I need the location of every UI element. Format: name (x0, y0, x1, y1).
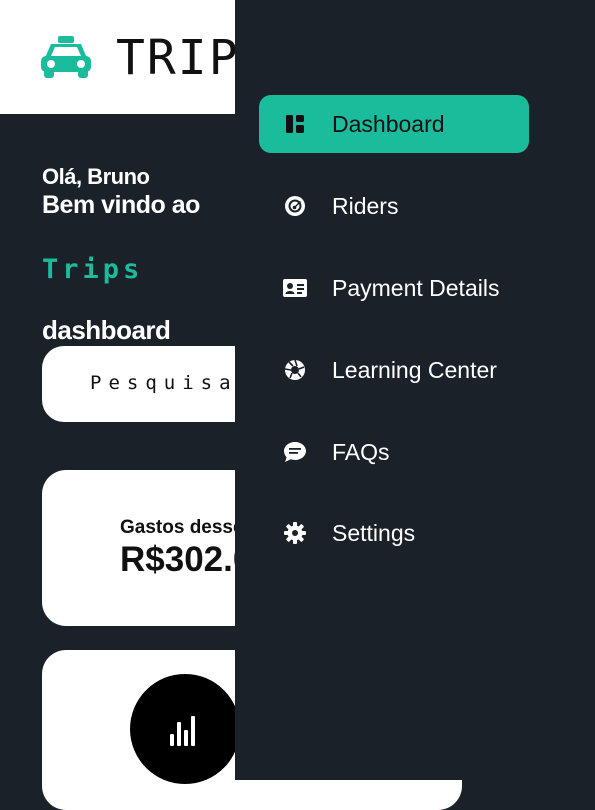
aperture-icon (283, 358, 307, 382)
id-card-icon (283, 276, 307, 300)
stats-icon-circle (130, 674, 240, 784)
sidebar-item-label: Learning Center (332, 357, 497, 383)
taxi-icon (41, 36, 91, 78)
sidebar-item-settings[interactable]: Settings (259, 504, 529, 562)
sidebar-item-riders[interactable]: Riders (259, 177, 529, 235)
greeting-block: Olá, Bruno Bem vindo ao (42, 164, 200, 220)
sidebar-item-faqs[interactable]: FAQs (259, 423, 529, 481)
sidebar-item-label: Payment Details (332, 275, 500, 301)
sidebar-item-label: FAQs (332, 439, 390, 465)
gear-icon (283, 521, 307, 545)
chat-bubble-icon (283, 440, 307, 464)
dashboard-icon (283, 112, 307, 136)
sidebar-item-label: Settings (332, 520, 416, 546)
search-placeholder: Pesquisar (90, 372, 256, 394)
sidebar-item-dashboard[interactable]: Dashboard (259, 95, 529, 153)
gauge-icon (283, 194, 307, 218)
greeting-hello: Olá, Bruno (42, 164, 150, 189)
sidebar-item-learning-center[interactable]: Learning Center (259, 341, 529, 399)
sidebar-item-payment-details[interactable]: Payment Details (259, 259, 529, 317)
brand-word: Trips (42, 254, 144, 285)
dashboard-word: dashboard (42, 315, 171, 345)
sidebar-item-label: Dashboard (332, 111, 445, 137)
sidebar: Dashboard Riders Payment Details Learnin… (235, 0, 595, 780)
sidebar-item-label: Riders (332, 193, 399, 219)
greeting-welcome: Bem vindo ao (42, 191, 200, 219)
